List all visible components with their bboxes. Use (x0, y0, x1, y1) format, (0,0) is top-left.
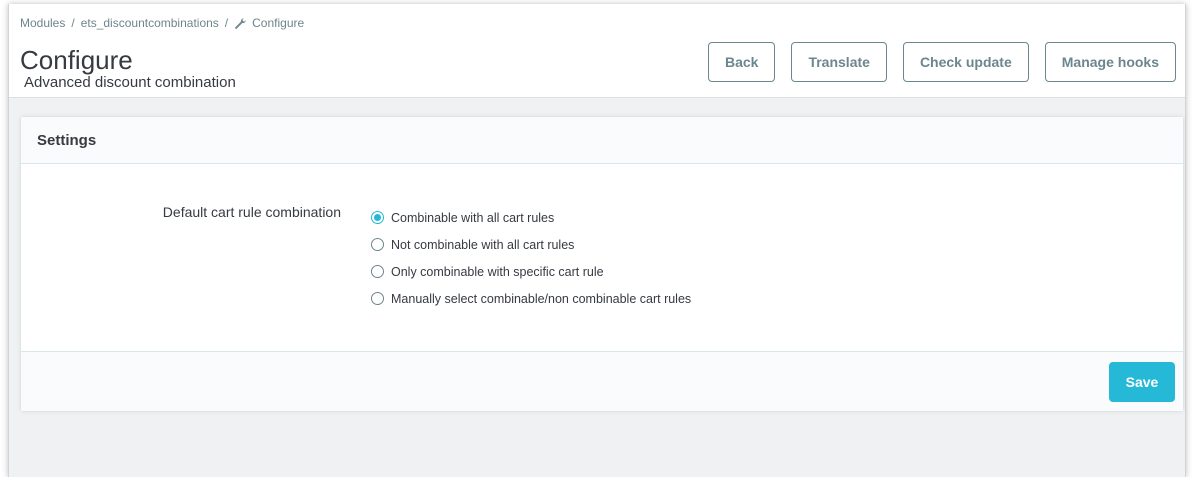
radio-option-label: Combinable with all cart rules (391, 210, 555, 225)
page-title: Configure (20, 45, 133, 75)
radio-option-label: Only combinable with specific cart rule (391, 264, 604, 279)
back-button[interactable]: Back (707, 42, 776, 82)
breadcrumb-separator: / (71, 16, 75, 30)
radio-option-specific-cart-rule[interactable]: Only combinable with specific cart rule (371, 258, 691, 285)
radio-button[interactable] (371, 265, 384, 278)
radio-option-manual-select[interactable]: Manually select combinable/non combinabl… (371, 285, 691, 312)
check-update-button[interactable]: Check update (902, 42, 1029, 82)
admin-frame: Modules / ets_discountcombinations / Con… (8, 4, 1186, 477)
page-subtitle: Advanced discount combination (24, 74, 236, 91)
radio-button[interactable] (371, 238, 384, 251)
breadcrumb-item-modules[interactable]: Modules (20, 16, 65, 30)
radio-option-not-combinable-all[interactable]: Not combinable with all cart rules (371, 231, 691, 258)
radio-option-label: Not combinable with all cart rules (391, 237, 575, 252)
settings-title: Settings (37, 131, 97, 149)
translate-button[interactable]: Translate (791, 42, 887, 82)
settings-card: Settings Default cart rule combination C… (20, 116, 1184, 412)
wrench-icon (234, 17, 246, 29)
radio-button[interactable] (371, 211, 384, 224)
page-header: Modules / ets_discountcombinations / Con… (9, 4, 1185, 98)
breadcrumb-separator: / (224, 16, 229, 30)
header-toolbar: Back Translate Check update Manage hooks (707, 42, 1176, 82)
manage-hooks-button[interactable]: Manage hooks (1044, 42, 1176, 82)
radio-button[interactable] (371, 292, 384, 305)
cart-rule-combination-radio-group: Combinable with all cart rules Not combi… (371, 204, 691, 312)
radio-option-label: Manually select combinable/non combinabl… (391, 291, 692, 306)
settings-card-body: Default cart rule combination Combinable… (21, 164, 1183, 352)
settings-card-header: Settings (21, 117, 1183, 164)
breadcrumb-item-module[interactable]: ets_discountcombinations (81, 16, 219, 30)
cart-rule-combination-label: Default cart rule combination (162, 204, 341, 220)
breadcrumb-item-configure: Configure (252, 16, 305, 30)
settings-card-footer: Save (21, 351, 1183, 411)
breadcrumb: Modules / ets_discountcombinations / Con… (20, 16, 304, 30)
save-button[interactable]: Save (1109, 362, 1175, 402)
radio-option-combinable-all[interactable]: Combinable with all cart rules (371, 204, 691, 231)
